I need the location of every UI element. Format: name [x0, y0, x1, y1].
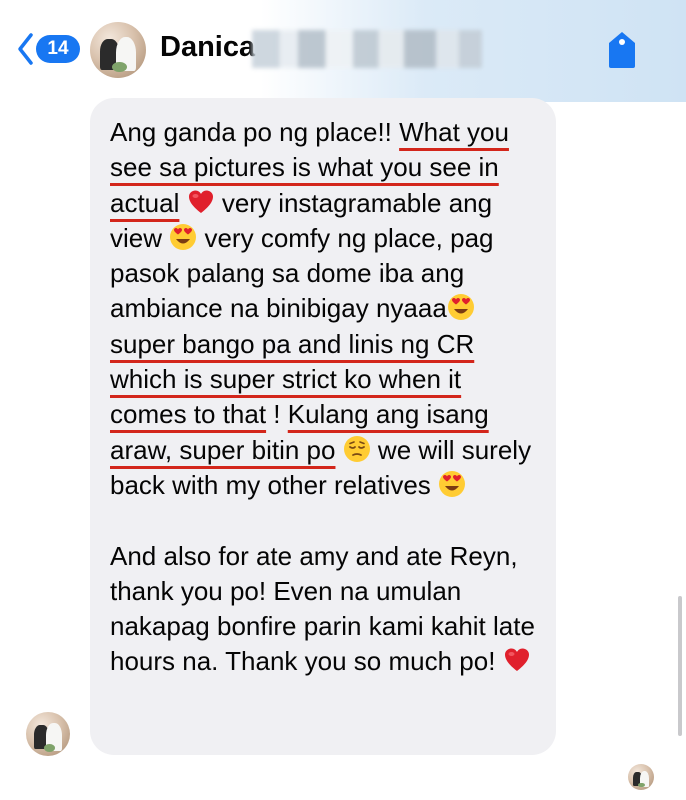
heart-eyes-emoji	[169, 223, 197, 251]
chevron-left-icon	[18, 33, 33, 65]
scrollbar[interactable]	[678, 596, 682, 736]
back-button[interactable]: 14	[16, 32, 80, 66]
red-heart-emoji	[187, 188, 215, 216]
redacted-surname	[252, 30, 482, 68]
message-paragraph-1: Ang ganda po ng place!! What you see sa …	[110, 117, 532, 500]
message-text: Ang ganda po ng place!! What you see sa …	[110, 115, 540, 680]
pensive-face-emoji	[343, 435, 371, 463]
heart-eyes-emoji	[447, 293, 475, 321]
heart-eyes-emoji	[438, 470, 466, 498]
message-paragraph-2: And also for ate amy and ate Reyn, thank…	[110, 540, 535, 677]
sender-avatar[interactable]	[26, 712, 70, 756]
contact-avatar[interactable]	[90, 22, 146, 78]
unread-count-badge: 14	[36, 35, 80, 63]
red-heart-emoji	[503, 646, 531, 674]
tag-icon[interactable]	[606, 30, 638, 70]
contact-name[interactable]: Danica	[160, 31, 255, 64]
read-receipt-avatar	[628, 764, 654, 790]
chat-header: 14 Danica	[0, 0, 686, 102]
